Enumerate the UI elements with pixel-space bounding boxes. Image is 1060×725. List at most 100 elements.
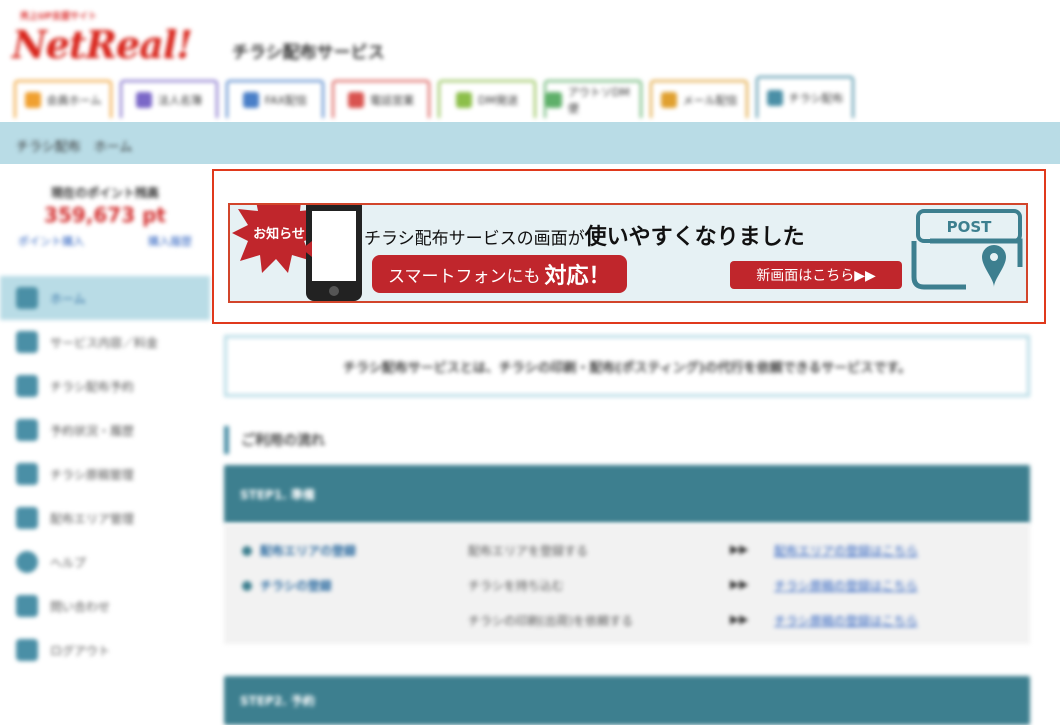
sidebar-item-reserve[interactable]: チラシ配布予約 xyxy=(0,364,210,408)
sidebar-item-label: ホーム xyxy=(50,291,86,306)
truck-icon xyxy=(546,92,562,108)
step-desc: 配布エリアを登録する xyxy=(468,544,589,558)
sidebar-item-label: チラシ配布予約 xyxy=(50,379,134,394)
arrow-icon: ▶▶ xyxy=(730,542,749,556)
sidebar-item-service[interactable]: サービス内容／料金 xyxy=(0,320,210,364)
tab-label: FAX配信 xyxy=(264,94,308,107)
list-item: 配布エリアの登録 配布エリアを登録する ▶▶ 配布エリアの登録はこちら xyxy=(224,542,1030,566)
arrow-icon: ▶▶ xyxy=(730,612,749,626)
headline-small: チラシ配布サービスの画面が xyxy=(364,229,585,249)
fax-icon xyxy=(242,92,259,108)
breadcrumb: チラシ配布 ホーム xyxy=(16,140,133,155)
mail-icon xyxy=(660,92,677,108)
list-item: チラシの印刷(出荷)を依頼する ▶▶ チラシ原稿の登録はこちら xyxy=(224,612,1030,636)
help-icon xyxy=(16,551,38,573)
book-icon xyxy=(136,92,152,108)
file-icon xyxy=(16,463,38,485)
tab-home[interactable]: 会員ホーム xyxy=(14,80,112,118)
sidebar-item-contact[interactable]: 問い合わせ xyxy=(0,584,210,628)
step-desc: チラシの印刷(出荷)を依頼する xyxy=(468,614,634,628)
list-item: チラシの登録 チラシを持ち込む ▶▶ チラシ原稿の登録はこちら xyxy=(224,577,1030,601)
tab-phone-sales[interactable]: 電話営業 xyxy=(332,80,430,118)
post-label: POST xyxy=(947,218,993,236)
pin-icon xyxy=(16,375,38,397)
sidebar-item-label: 予約状況・履歴 xyxy=(50,423,135,438)
site-logo[interactable]: NetReal! xyxy=(12,22,193,67)
home-icon xyxy=(16,287,38,309)
points-label: 現在のポイント残高 xyxy=(50,186,159,200)
step-item-label: 配布エリアの登録 xyxy=(260,544,357,558)
home-icon xyxy=(24,92,41,108)
points-value: 359,673 pt xyxy=(44,203,166,227)
buy-points-link[interactable]: ポイント購入 xyxy=(18,233,84,249)
step1-header: STEP1. 準備 xyxy=(224,465,1030,523)
step1-body: 配布エリアの登録 配布エリアを登録する ▶▶ 配布エリアの登録はこちら チラシの… xyxy=(224,524,1030,644)
tab-fax[interactable]: FAX配信 xyxy=(226,80,324,118)
tab-label: 電話営業 xyxy=(370,94,414,107)
pill-big: 対応！ xyxy=(544,264,611,289)
sidebar-item-label: サービス内容／料金 xyxy=(50,335,159,350)
tab-label: 法人名簿 xyxy=(158,94,202,107)
bullet-icon xyxy=(242,545,252,556)
logout-icon xyxy=(16,639,38,661)
tab-outsource-dm[interactable]: アウトソDM便 xyxy=(544,80,642,118)
announcement-banner[interactable]: お知らせ チラシ配布サービスの画面が使いやすくなりました スマートフォンにも 対応… xyxy=(228,203,1028,303)
tab-directory[interactable]: 法人名簿 xyxy=(120,80,218,118)
sidebar: 現在のポイント残高 359,673 pt ポイント購入 購入履歴 ホーム サービ… xyxy=(0,164,210,725)
step-desc: チラシを持ち込む xyxy=(468,579,564,593)
sidebar-item-areas[interactable]: 配布エリア管理 xyxy=(0,496,210,540)
postbox-icon: POST xyxy=(911,209,1023,290)
smartphone-icon xyxy=(302,205,362,301)
tab-label: メール配信 xyxy=(682,94,738,107)
sidebar-item-status[interactable]: 予約状況・履歴 xyxy=(0,408,210,452)
contact-icon xyxy=(16,595,38,617)
document-icon xyxy=(16,331,38,353)
sidebar-item-help[interactable]: ヘルプ xyxy=(0,540,210,584)
sidebar-menu: ホーム サービス内容／料金 チラシ配布予約 予約状況・履歴 チラシ原稿管理 配布… xyxy=(0,276,210,672)
dm-icon xyxy=(456,92,473,108)
sidebar-item-label: ログアウト xyxy=(50,643,111,658)
sidebar-item-home[interactable]: ホーム xyxy=(0,276,210,320)
service-intro: チラシ配布サービスとは、チラシの印刷・配布(ポスティング)の代行を依頼できるサー… xyxy=(224,335,1030,397)
flow-title: ご利用の流れ xyxy=(224,426,325,454)
service-tabs: 会員ホーム 法人名簿 FAX配信 電話営業 DM発送 アウトソDM便 メール配信… xyxy=(14,76,854,122)
purchase-history-link[interactable]: 購入履歴 xyxy=(148,233,192,249)
step-link[interactable]: 配布エリアの登録はこちら xyxy=(774,542,918,559)
pill-small: スマートフォンにも xyxy=(388,266,541,287)
site-header: 売上UP支援サイト NetReal! チラシ配布サービス 会員ホーム 法人名簿 … xyxy=(0,0,1060,122)
step-link[interactable]: チラシ原稿の登録はこちら xyxy=(774,577,918,594)
step-link[interactable]: チラシ原稿の登録はこちら xyxy=(774,612,918,629)
tab-flyer[interactable]: チラシ配布 xyxy=(756,76,854,118)
sidebar-item-manuscripts[interactable]: チラシ原稿管理 xyxy=(0,452,210,496)
calendar-icon xyxy=(16,419,38,441)
sidebar-item-logout[interactable]: ログアウト xyxy=(0,628,210,672)
tab-label: 会員ホーム xyxy=(46,94,102,107)
service-title: チラシ配布サービス xyxy=(232,43,385,63)
sidebar-item-label: 問い合わせ xyxy=(50,599,111,614)
tab-label: チラシ配布 xyxy=(788,92,844,105)
arrow-icon: ▶▶ xyxy=(730,577,749,591)
sidebar-item-label: チラシ原稿管理 xyxy=(50,467,134,482)
sidebar-item-label: 配布エリア管理 xyxy=(50,511,135,526)
step-item: チラシの登録 xyxy=(242,577,332,594)
tab-dm[interactable]: DM発送 xyxy=(438,80,536,118)
smartphone-support-pill: スマートフォンにも 対応！ xyxy=(372,255,627,293)
sidebar-item-label: ヘルプ xyxy=(50,555,87,570)
announcement-frame: お知らせ チラシ配布サービスの画面が使いやすくなりました スマートフォンにも 対応… xyxy=(212,169,1046,324)
flyer-icon xyxy=(766,90,783,106)
step-item-label: チラシの登録 xyxy=(260,579,332,593)
tab-label: アウトソDM便 xyxy=(567,86,630,115)
headline-big: 使いやすくなりました xyxy=(584,225,805,250)
logo-tagline: 売上UP支援サイト xyxy=(20,12,97,22)
map-icon xyxy=(16,507,38,529)
tab-mail[interactable]: メール配信 xyxy=(650,80,748,118)
step-item: 配布エリアの登録 xyxy=(242,542,356,559)
phone-icon xyxy=(348,92,364,108)
tab-label: DM発送 xyxy=(478,94,518,107)
bullet-icon xyxy=(242,580,252,591)
banner-headline: チラシ配布サービスの画面が使いやすくなりました xyxy=(364,219,805,251)
breadcrumb-bar: チラシ配布 ホーム xyxy=(0,122,1060,164)
step2-header: STEP2. 予約 xyxy=(224,676,1030,725)
new-screen-button[interactable]: 新画面はこちら▶▶ xyxy=(730,261,902,289)
points-box: 現在のポイント残高 359,673 pt ポイント購入 購入履歴 xyxy=(10,184,200,249)
